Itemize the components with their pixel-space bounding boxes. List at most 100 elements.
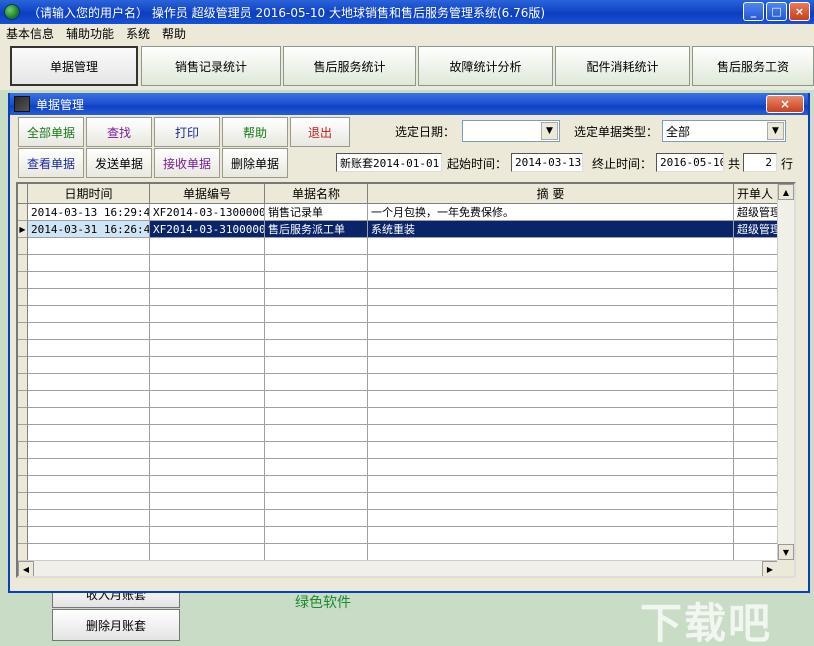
- documents-grid[interactable]: 日期时间 单据编号 单据名称 摘 要 开单人 2014-03-13 16:29:…: [16, 182, 796, 578]
- empty-row[interactable]: [18, 459, 778, 476]
- table-cell[interactable]: 售后服务派工单: [265, 221, 368, 238]
- row-indicator[interactable]: [18, 391, 28, 408]
- table-cell[interactable]: [150, 527, 265, 544]
- table-cell[interactable]: [150, 272, 265, 289]
- table-cell[interactable]: 超级管理员: [734, 204, 778, 221]
- table-cell[interactable]: [368, 544, 734, 560]
- send-document-button[interactable]: 发送单据: [86, 148, 152, 178]
- empty-row[interactable]: [18, 289, 778, 306]
- scroll-left-icon[interactable]: ◀: [18, 561, 34, 576]
- chevron-down-icon[interactable]: ▼: [541, 122, 558, 140]
- row-indicator[interactable]: [18, 374, 28, 391]
- scroll-right-icon[interactable]: ▶: [762, 561, 778, 576]
- table-cell[interactable]: [734, 459, 778, 476]
- table-cell[interactable]: [368, 408, 734, 425]
- table-cell[interactable]: [368, 476, 734, 493]
- table-cell[interactable]: [28, 255, 150, 272]
- table-cell[interactable]: [265, 476, 368, 493]
- table-cell[interactable]: [734, 408, 778, 425]
- empty-row[interactable]: [18, 357, 778, 374]
- receive-document-button[interactable]: 接收单据: [154, 148, 220, 178]
- table-cell[interactable]: [368, 238, 734, 255]
- delete-month-account-button[interactable]: 删除月账套: [52, 609, 180, 641]
- table-cell[interactable]: [368, 340, 734, 357]
- table-row[interactable]: 2014-03-13 16:29:40 XF2014-03-13000001 销售记…: [18, 204, 778, 221]
- table-cell[interactable]: [368, 323, 734, 340]
- scroll-down-icon[interactable]: ▼: [778, 544, 794, 560]
- table-cell[interactable]: [265, 425, 368, 442]
- table-cell[interactable]: 系统重装: [368, 221, 734, 238]
- col-header-datetime[interactable]: 日期时间: [28, 184, 150, 204]
- table-cell[interactable]: [265, 323, 368, 340]
- empty-row[interactable]: [18, 272, 778, 289]
- table-cell[interactable]: [734, 306, 778, 323]
- module-aftersales-wages[interactable]: 售后服务工资: [692, 46, 814, 86]
- maximize-button[interactable]: □: [766, 2, 787, 21]
- table-cell[interactable]: [28, 238, 150, 255]
- table-cell[interactable]: [150, 476, 265, 493]
- table-cell[interactable]: [28, 272, 150, 289]
- table-cell[interactable]: [150, 323, 265, 340]
- find-button[interactable]: 查找: [86, 117, 152, 147]
- empty-row[interactable]: [18, 493, 778, 510]
- row-indicator[interactable]: [18, 493, 28, 510]
- table-cell[interactable]: [28, 374, 150, 391]
- empty-row[interactable]: [18, 255, 778, 272]
- table-cell[interactable]: [150, 255, 265, 272]
- empty-row[interactable]: [18, 391, 778, 408]
- table-cell[interactable]: [150, 357, 265, 374]
- table-cell[interactable]: [368, 493, 734, 510]
- doc-type-select[interactable]: 全部 ▼: [662, 120, 786, 142]
- row-indicator[interactable]: [18, 272, 28, 289]
- print-button[interactable]: 打印: [154, 117, 220, 147]
- module-fault-analysis[interactable]: 故障统计分析: [418, 46, 553, 86]
- col-header-doc-number[interactable]: 单据编号: [150, 184, 265, 204]
- row-indicator[interactable]: [18, 510, 28, 527]
- menu-help[interactable]: 帮助: [156, 25, 192, 42]
- table-cell[interactable]: [734, 510, 778, 527]
- table-row[interactable]: ▶ 2014-03-31 16:26:48 XF2014-03-31000001 售后…: [18, 221, 778, 238]
- table-cell[interactable]: [734, 527, 778, 544]
- close-button[interactable]: ×: [789, 2, 810, 21]
- table-cell[interactable]: [28, 544, 150, 560]
- table-cell[interactable]: [28, 408, 150, 425]
- row-indicator[interactable]: [18, 204, 28, 221]
- table-cell[interactable]: [734, 238, 778, 255]
- empty-row[interactable]: [18, 238, 778, 255]
- table-cell[interactable]: [28, 289, 150, 306]
- table-cell[interactable]: [368, 391, 734, 408]
- current-row-arrow-icon[interactable]: ▶: [18, 221, 28, 238]
- table-cell[interactable]: [368, 357, 734, 374]
- chevron-down-icon[interactable]: ▼: [767, 122, 784, 140]
- help-button[interactable]: 帮助: [222, 117, 288, 147]
- table-cell[interactable]: [265, 357, 368, 374]
- row-indicator[interactable]: [18, 408, 28, 425]
- table-cell[interactable]: [265, 493, 368, 510]
- col-header-doc-name[interactable]: 单据名称: [265, 184, 368, 204]
- table-cell[interactable]: [734, 476, 778, 493]
- empty-row[interactable]: [18, 544, 778, 560]
- table-cell[interactable]: 2014-03-13 16:29:40: [28, 204, 150, 221]
- table-cell[interactable]: [265, 510, 368, 527]
- table-cell[interactable]: XF2014-03-13000001: [150, 204, 265, 221]
- empty-row[interactable]: [18, 340, 778, 357]
- table-cell[interactable]: XF2014-03-31000001: [150, 221, 265, 238]
- module-sales-stats[interactable]: 销售记录统计: [141, 46, 281, 86]
- table-cell[interactable]: [734, 340, 778, 357]
- menu-aux-functions[interactable]: 辅助功能: [60, 25, 120, 42]
- end-time-field[interactable]: 2016-05-10: [656, 153, 724, 172]
- module-document-management[interactable]: 单据管理: [10, 46, 138, 86]
- table-cell[interactable]: [265, 544, 368, 560]
- empty-row[interactable]: [18, 323, 778, 340]
- table-cell[interactable]: [265, 374, 368, 391]
- table-cell[interactable]: [28, 493, 150, 510]
- table-cell[interactable]: [368, 527, 734, 544]
- minimize-button[interactable]: _: [743, 2, 764, 21]
- table-cell[interactable]: [28, 425, 150, 442]
- table-cell[interactable]: [734, 289, 778, 306]
- row-indicator[interactable]: [18, 544, 28, 560]
- empty-row[interactable]: [18, 306, 778, 323]
- exit-button[interactable]: 退出: [290, 117, 350, 147]
- table-cell[interactable]: [734, 493, 778, 510]
- scroll-up-icon[interactable]: ▲: [778, 184, 794, 200]
